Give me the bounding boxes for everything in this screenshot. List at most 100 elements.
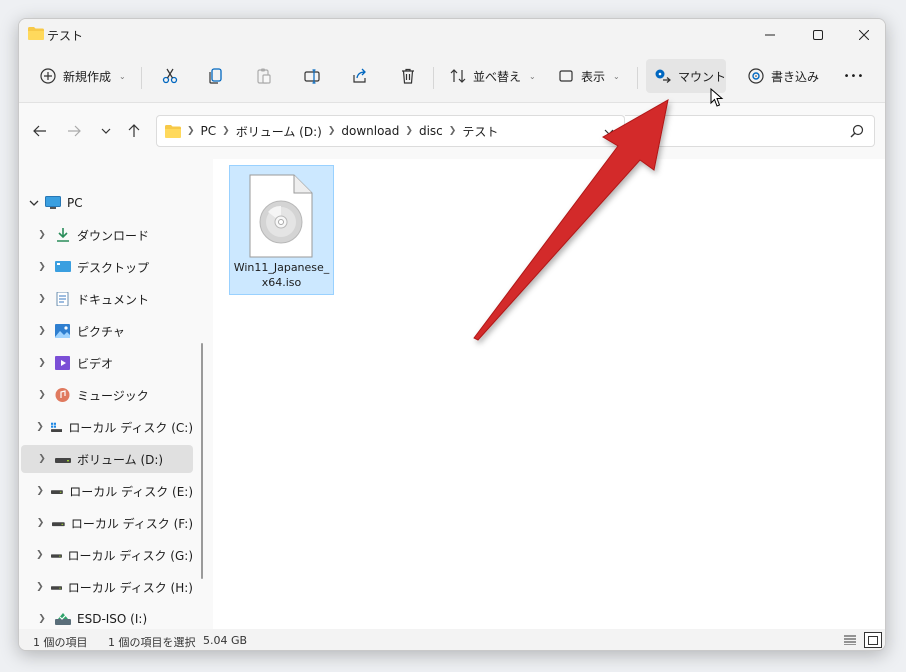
nav-label: ダウンロード: [77, 228, 150, 243]
details-view-button[interactable]: [841, 632, 859, 648]
nav-item-drive-h[interactable]: ❯ ローカル ディスク (H:): [21, 573, 193, 601]
navigation-pane: PC ❯ ダウンロード ❯ デスクトップ ❯ ドキュメント ❯ ピクチャ ❯ ビ…: [19, 159, 213, 629]
nav-label: ピクチャ: [77, 324, 125, 339]
nav-label: ローカル ディスク (G:): [67, 548, 194, 563]
rename-button[interactable]: [297, 59, 327, 93]
breadcrumb-current[interactable]: テスト: [462, 123, 498, 140]
tiles-view-icon: [868, 635, 878, 645]
file-list: Win11_Japanese_x64.iso: [213, 159, 885, 629]
toolbar-separator: [141, 67, 142, 89]
new-button[interactable]: 新規作成 ⌄: [31, 59, 131, 93]
nav-item-drive-g[interactable]: ❯ ローカル ディスク (G:): [21, 541, 193, 569]
nav-label: ビデオ: [77, 356, 114, 371]
command-bar: 新規作成 ⌄ 並べ替え ⌄ 表示 ⌄ マウント 書き込み •••: [19, 51, 885, 103]
nav-item-drive-e[interactable]: ❯ ローカル ディスク (E:): [21, 477, 193, 505]
delete-button[interactable]: [393, 59, 423, 93]
forward-button[interactable]: [64, 121, 84, 141]
mount-disc-icon: [655, 69, 671, 83]
chevron-right-icon: ❯: [38, 390, 46, 400]
paste-icon: [257, 68, 271, 84]
chevron-right-icon: ❯: [36, 550, 44, 560]
minimize-button[interactable]: [747, 19, 793, 51]
plus-circle-icon: [40, 68, 56, 84]
nav-item-music[interactable]: ❯ ミュージック: [21, 381, 193, 409]
maximize-button[interactable]: [795, 19, 841, 51]
more-options-button[interactable]: •••: [837, 59, 871, 93]
nav-scrollbar[interactable]: [201, 343, 203, 579]
nav-item-drive-c[interactable]: ❯ ローカル ディスク (C:): [21, 413, 193, 441]
drive-icon: [51, 490, 64, 494]
selection-count: 1 個の項目を選択: [108, 636, 196, 649]
paste-button[interactable]: [249, 59, 279, 93]
address-bar[interactable]: ❯ PC ❯ ボリューム (D:) ❯ download ❯ disc ❯ テス…: [156, 115, 625, 147]
nav-item-desktop[interactable]: ❯ デスクトップ: [21, 253, 193, 281]
up-button[interactable]: [124, 121, 144, 141]
breadcrumb-download[interactable]: download: [341, 124, 399, 138]
breadcrumb-disc[interactable]: disc: [419, 124, 443, 138]
burn-button[interactable]: 書き込み: [743, 59, 821, 93]
file-item[interactable]: Win11_Japanese_x64.iso: [229, 165, 334, 295]
minimize-icon: [765, 34, 775, 36]
mouse-cursor-icon: [710, 88, 724, 107]
chevron-right-icon: ❯: [36, 582, 44, 592]
breadcrumb-pc[interactable]: PC: [201, 124, 217, 138]
copy-button[interactable]: [201, 59, 231, 93]
nav-item-documents[interactable]: ❯ ドキュメント: [21, 285, 193, 313]
address-dropdown-icon[interactable]: [604, 129, 614, 135]
burn-disc-icon: [748, 68, 764, 84]
search-icon: [850, 124, 864, 138]
chevron-right-icon: ❯: [38, 454, 46, 464]
documents-icon: [56, 292, 69, 306]
share-button[interactable]: [345, 59, 375, 93]
search-input[interactable]: [625, 115, 875, 147]
close-button[interactable]: [841, 19, 885, 51]
view-label: 表示: [581, 69, 606, 84]
nav-label: デスクトップ: [77, 260, 150, 275]
chevron-right-icon: ❯: [222, 126, 230, 136]
chevron-right-icon: ❯: [38, 262, 46, 272]
tiles-view-button[interactable]: [864, 632, 882, 648]
chevron-right-icon: ❯: [36, 422, 44, 432]
scissors-icon: [162, 68, 178, 84]
chevron-right-icon: ❯: [36, 486, 44, 496]
more-options-icon: •••: [843, 70, 865, 82]
chevron-down-icon: ⌄: [613, 71, 620, 81]
nav-label: ローカル ディスク (F:): [70, 516, 193, 531]
drive-icon: [52, 522, 65, 527]
sort-label: 並べ替え: [473, 69, 522, 84]
drive-icon: [50, 586, 62, 590]
chevron-right-icon: ❯: [38, 294, 46, 304]
close-icon: [859, 30, 869, 40]
mounted-disc-icon: [55, 613, 71, 625]
nav-item-drive-f[interactable]: ❯ ローカル ディスク (F:): [21, 509, 193, 537]
nav-label: ミュージック: [77, 388, 149, 403]
chevron-right-icon: ❯: [327, 126, 336, 136]
chevron-right-icon: ❯: [38, 326, 46, 336]
system-drive-icon: [51, 422, 63, 432]
nav-item-pc[interactable]: PC: [21, 189, 193, 217]
disc-image-icon: [249, 174, 313, 258]
nav-item-pictures[interactable]: ❯ ピクチャ: [21, 317, 193, 345]
share-icon: [353, 68, 366, 83]
arrow-up-icon: [128, 124, 140, 137]
chevron-right-icon: ❯: [36, 518, 45, 528]
chevron-down-icon: ⌄: [119, 71, 126, 81]
maximize-icon: [813, 30, 823, 40]
recent-locations-button[interactable]: [96, 121, 116, 141]
breadcrumb-volume-d[interactable]: ボリューム (D:): [236, 123, 322, 140]
rename-icon: [304, 69, 320, 84]
nav-item-drive-d[interactable]: ❯ ボリューム (D:): [21, 445, 193, 473]
back-button[interactable]: [30, 121, 50, 141]
burn-label: 書き込み: [771, 69, 820, 84]
videos-icon: [55, 356, 70, 370]
sort-button[interactable]: 並べ替え ⌄: [445, 59, 537, 93]
nav-item-videos[interactable]: ❯ ビデオ: [21, 349, 193, 377]
selection-size: 5.04 GB: [203, 634, 248, 647]
file-name: Win11_Japanese_x64.iso: [233, 261, 330, 289]
cut-button[interactable]: [155, 59, 185, 93]
mount-label: マウント: [678, 69, 727, 84]
download-icon: [57, 228, 69, 242]
nav-item-downloads[interactable]: ❯ ダウンロード: [21, 221, 193, 249]
chevron-down-icon: [101, 128, 111, 134]
view-button[interactable]: 表示 ⌄: [553, 59, 631, 93]
